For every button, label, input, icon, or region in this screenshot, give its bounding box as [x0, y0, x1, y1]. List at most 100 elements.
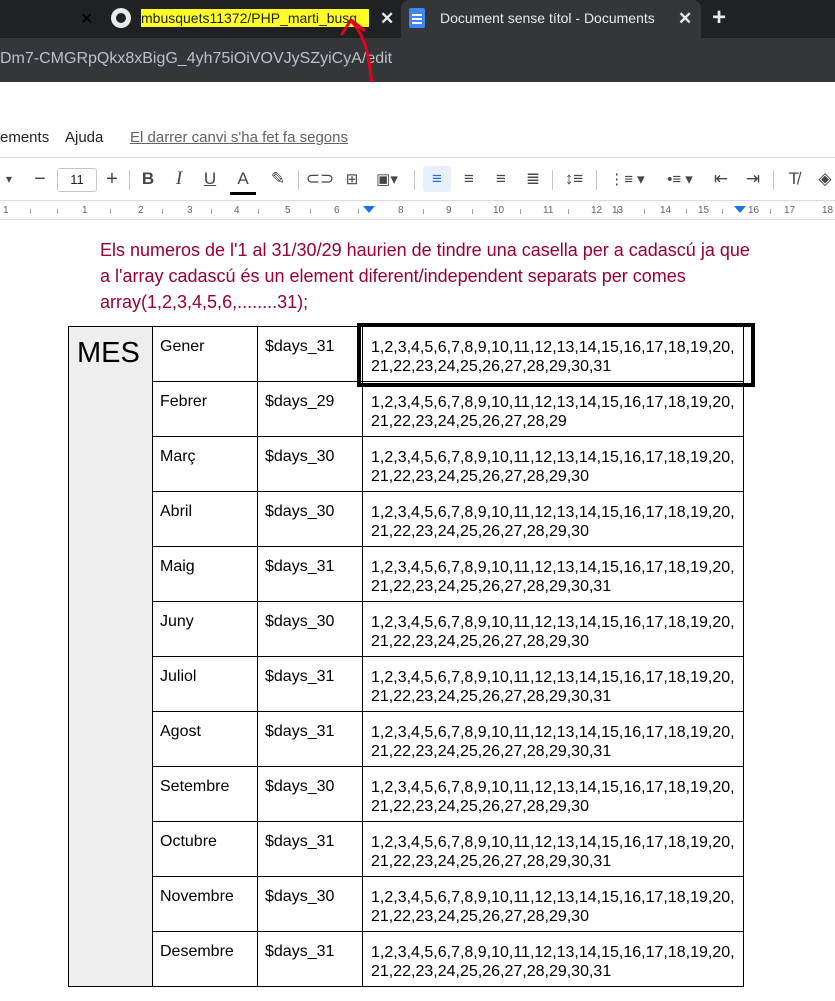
table-row: MES Gener $days_31 1,2,3,4,5,6,7,8,9,10,… [68, 326, 744, 987]
clear-formatting-icon[interactable]: T̸ [781, 166, 807, 192]
variable-cell[interactable]: $days_31 [257, 546, 363, 602]
month-name: Agost [160, 723, 201, 740]
month-cell[interactable]: Desembre [152, 931, 258, 987]
ruler-number: 18 [822, 205, 834, 216]
ruler-tick [644, 209, 645, 214]
days-cell[interactable]: 1,2,3,4,5,6,7,8,9,10,11,12,13,14,15,16,1… [362, 931, 744, 987]
days-cell[interactable]: 1,2,3,4,5,6,7,8,9,10,11,12,13,14,15,16,1… [362, 766, 744, 822]
insert-image-icon[interactable]: ▣▾ [370, 166, 404, 192]
close-tab-icon[interactable]: ✕ [80, 9, 93, 29]
variable-name: $days_31 [265, 833, 335, 850]
month-cell[interactable]: Gener [152, 326, 258, 382]
table-row: Desembre $days_31 1,2,3,4,5,6,7,8,9,10,1… [69, 931, 744, 987]
ruler-number: 1 [3, 205, 9, 216]
italic-icon[interactable]: I [167, 166, 191, 192]
variable-cell[interactable]: $days_30 [257, 876, 363, 932]
annotation-note[interactable]: Els numeros de l'1 al 31/30/29 haurien d… [100, 237, 760, 315]
variable-cell[interactable]: $days_31 [257, 711, 363, 767]
table-row: Febrer $days_29 1,2,3,4,5,6,7,8,9,10,11,… [69, 381, 744, 437]
days-cell[interactable]: 1,2,3,4,5,6,7,8,9,10,11,12,13,14,15,16,1… [362, 546, 744, 602]
increase-font-size-button[interactable]: + [100, 166, 124, 192]
ruler[interactable]: 1 1 2 3 4 5 6 8 9 10 11 12 13 14 15 16 1… [0, 200, 835, 220]
variable-cell[interactable]: $days_30 [257, 601, 363, 657]
last-edit-link[interactable]: El darrer canvi s'ha fet fa segons [130, 129, 348, 146]
month-cell[interactable]: Juny [152, 601, 258, 657]
variable-cell[interactable]: $days_31 [257, 931, 363, 987]
ruler-tick [258, 209, 259, 214]
ruler-tick [520, 209, 521, 214]
table-row: Maig $days_31 1,2,3,4,5,6,7,8,9,10,11,12… [69, 546, 744, 602]
month-name: Setembre [160, 778, 230, 795]
text-color-icon[interactable]: A [230, 166, 256, 195]
variable-cell[interactable]: $days_29 [257, 381, 363, 437]
month-name: Març [160, 448, 196, 465]
month-cell[interactable]: Agost [152, 711, 258, 767]
align-center-icon[interactable]: ≡ [456, 166, 482, 192]
close-tab-icon[interactable]: ✕ [678, 9, 692, 29]
align-right-icon[interactable]: ≡ [488, 166, 514, 192]
bold-icon[interactable]: B [136, 166, 160, 192]
month-cell[interactable]: Abril [152, 491, 258, 547]
line-spacing-icon[interactable]: ↕≡ [560, 166, 588, 192]
ruler-number: 9 [446, 205, 452, 216]
paint-format-icon[interactable]: ◈ [815, 166, 835, 192]
days-cell[interactable]: 1,2,3,4,5,6,7,8,9,10,11,12,13,14,15,16,1… [362, 876, 744, 932]
month-cell[interactable]: Maig [152, 546, 258, 602]
variable-cell[interactable]: $days_30 [257, 766, 363, 822]
month-cell[interactable]: Setembre [152, 766, 258, 822]
left-indent-marker[interactable] [363, 206, 375, 213]
menu-item-complements[interactable]: ements [0, 129, 49, 146]
increase-indent-icon[interactable]: ⇥ [740, 166, 766, 192]
add-comment-icon[interactable]: ⊞ [340, 166, 364, 192]
new-tab-button[interactable]: + [712, 4, 726, 32]
bulleted-list-icon[interactable]: •≡ ▾ [658, 166, 702, 192]
days-cell[interactable]: 1,2,3,4,5,6,7,8,9,10,11,12,13,14,15,16,1… [362, 656, 744, 712]
ruler-tick [211, 209, 212, 214]
months-table: MES Gener $days_31 1,2,3,4,5,6,7,8,9,10,… [68, 326, 744, 987]
ruler-number: 6 [334, 205, 340, 216]
mes-header-cell[interactable]: MES [68, 326, 153, 987]
variable-cell[interactable]: $days_31 [257, 821, 363, 877]
variable-cell[interactable]: $days_31 [257, 326, 363, 382]
ruler-number: 10 [493, 205, 505, 216]
days-cell[interactable]: 1,2,3,4,5,6,7,8,9,10,11,12,13,14,15,16,1… [362, 326, 744, 382]
days-cell[interactable]: 1,2,3,4,5,6,7,8,9,10,11,12,13,14,15,16,1… [362, 821, 744, 877]
variable-cell[interactable]: $days_30 [257, 491, 363, 547]
numbered-list-icon[interactable]: ⋮≡ ▾ [604, 166, 650, 192]
days-cell[interactable]: 1,2,3,4,5,6,7,8,9,10,11,12,13,14,15,16,1… [362, 491, 744, 547]
right-indent-marker[interactable] [734, 206, 746, 213]
justify-icon[interactable]: ≣ [520, 166, 546, 192]
days-cell[interactable]: 1,2,3,4,5,6,7,8,9,10,11,12,13,14,15,16,1… [362, 436, 744, 492]
decrease-indent-icon[interactable]: ⇤ [708, 166, 734, 192]
underline-icon[interactable]: U [198, 166, 222, 192]
days-cell[interactable]: 1,2,3,4,5,6,7,8,9,10,11,12,13,14,15,16,1… [362, 711, 744, 767]
ruler-number: 14 [660, 205, 672, 216]
variable-cell[interactable]: $days_31 [257, 656, 363, 712]
table-row: Abril $days_30 1,2,3,4,5,6,7,8,9,10,11,1… [69, 491, 744, 547]
link-icon[interactable]: ⊂⊃ [306, 166, 335, 192]
month-cell[interactable]: Juliol [152, 656, 258, 712]
month-cell[interactable]: Febrer [152, 381, 258, 437]
font-size-input[interactable]: 11 [57, 168, 97, 192]
menu-item-help[interactable]: Ajuda [65, 129, 103, 146]
align-left-icon[interactable]: ≡ [423, 166, 451, 192]
days-cell[interactable]: 1,2,3,4,5,6,7,8,9,10,11,12,13,14,15,16,1… [362, 601, 744, 657]
tab-docs[interactable]: Document sense títol - Documents ✕ [401, 0, 701, 38]
ruler-tick [686, 209, 687, 214]
decrease-font-size-button[interactable]: − [28, 166, 52, 192]
variable-cell[interactable]: $days_30 [257, 436, 363, 492]
month-cell[interactable]: Novembre [152, 876, 258, 932]
month-name: Maig [160, 558, 195, 575]
days-cell[interactable]: 1,2,3,4,5,6,7,8,9,10,11,12,13,14,15,16,1… [362, 381, 744, 437]
ruler-number: 11 [543, 205, 554, 216]
chevron-down-icon[interactable]: ▾ [0, 166, 18, 192]
highlight-pen-icon[interactable]: ✎ [265, 166, 291, 192]
month-cell[interactable]: Octubre [152, 821, 258, 877]
address-bar[interactable]: Dm7-CMGRpQkx8xBigG_4yh75iOiVOVJySZyiCyA/… [0, 38, 835, 82]
ruler-tick [770, 209, 771, 214]
month-cell[interactable]: Març [152, 436, 258, 492]
variable-name: $days_30 [265, 778, 335, 795]
variable-name: $days_30 [265, 613, 335, 630]
ruler-number: 15 [698, 205, 710, 216]
days-list: 1,2,3,4,5,6,7,8,9,10,11,12,13,14,15,16,1… [371, 779, 735, 815]
